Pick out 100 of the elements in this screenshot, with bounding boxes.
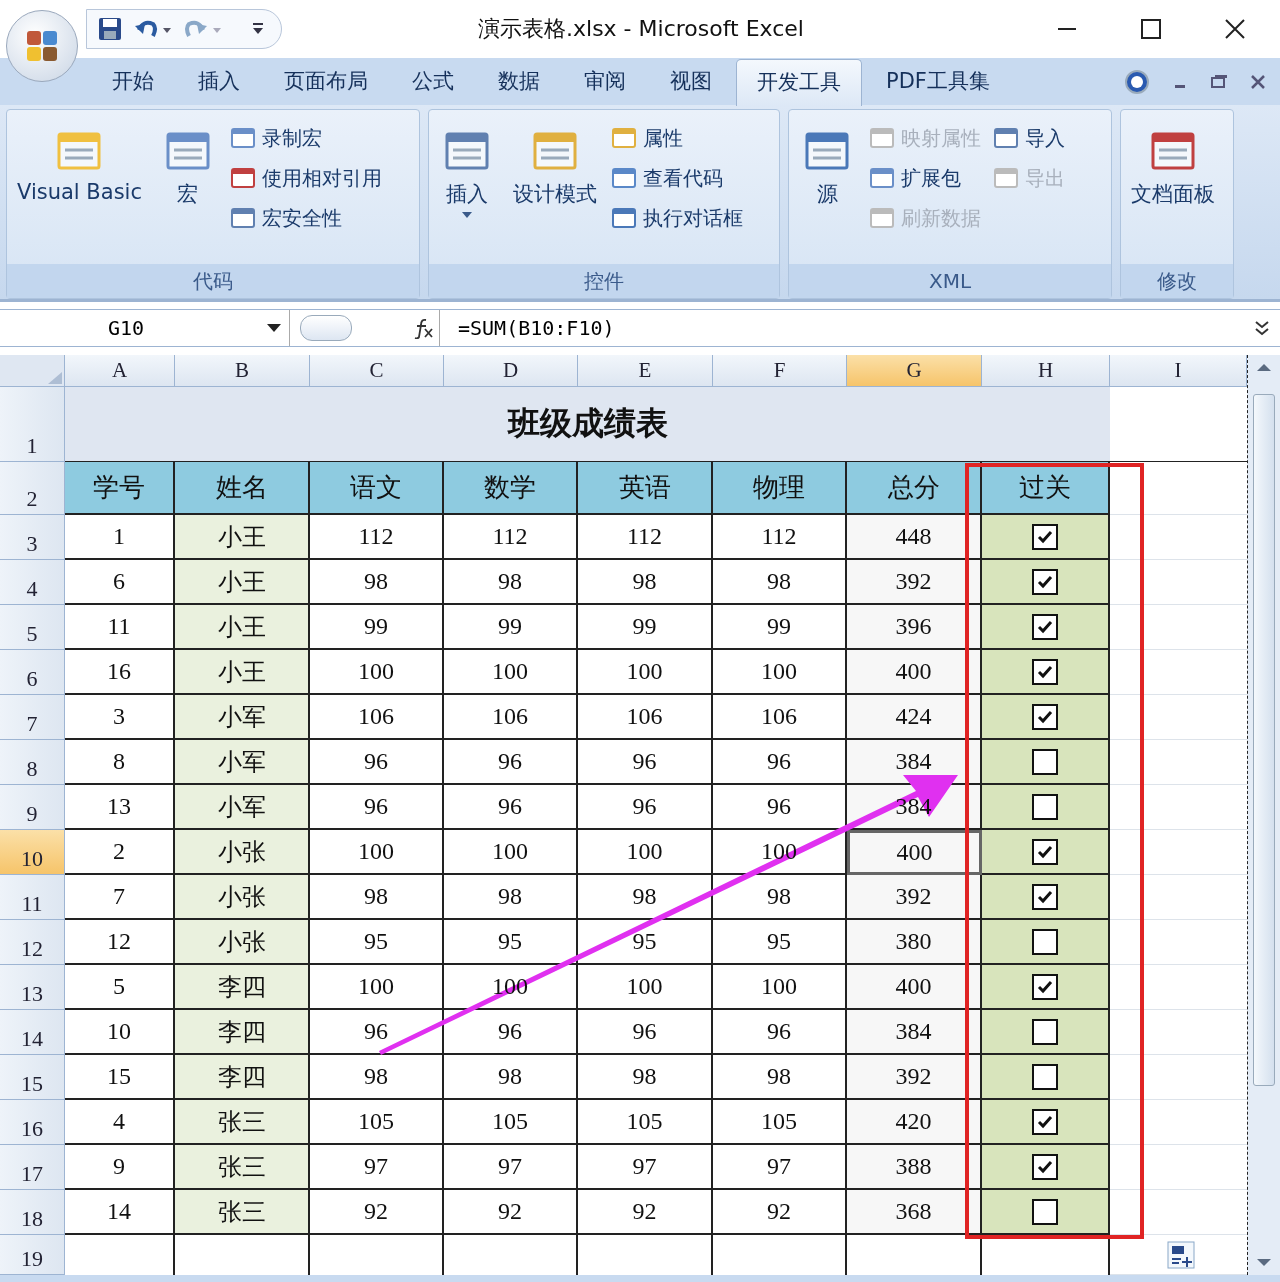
row-header[interactable]: 14	[0, 1010, 65, 1055]
table-cell: 392	[895, 883, 932, 910]
checkbox[interactable]	[1032, 703, 1058, 730]
checkbox[interactable]	[1032, 1018, 1058, 1045]
ribbon-button[interactable]: 录制宏	[229, 118, 382, 158]
slider-handle[interactable]	[300, 315, 352, 341]
row-header[interactable]: 9	[0, 785, 65, 830]
checkbox[interactable]	[1032, 568, 1058, 595]
column-header[interactable]: H	[982, 355, 1110, 387]
function-icon[interactable]	[412, 317, 434, 339]
column-header[interactable]: A	[65, 355, 175, 387]
checkbox[interactable]	[1032, 1108, 1058, 1135]
table-cell: 96	[498, 793, 522, 820]
ribbon-button[interactable]: 导入	[993, 118, 1065, 158]
checkbox[interactable]	[1032, 748, 1058, 775]
row-header[interactable]: 6	[0, 650, 65, 695]
row-header[interactable]: 5	[0, 605, 65, 650]
checkbox[interactable]	[1032, 928, 1058, 955]
ribbon-tab[interactable]: 公式	[392, 67, 474, 105]
name-box[interactable]: G10	[0, 310, 290, 346]
row-header[interactable]: 17	[0, 1145, 65, 1190]
scroll-thumb[interactable]	[1253, 394, 1275, 1086]
ribbon-tab[interactable]: 插入	[178, 67, 260, 105]
vertical-scrollbar[interactable]	[1247, 355, 1280, 1275]
row-header[interactable]: 4	[0, 560, 65, 605]
checkbox[interactable]	[1032, 883, 1058, 910]
maximize-icon[interactable]	[1140, 18, 1162, 40]
table-cell: 392	[895, 568, 932, 595]
checkbox[interactable]	[1032, 1063, 1058, 1090]
ribbon-tab[interactable]: 页面布局	[264, 67, 388, 105]
row-header[interactable]: 13	[0, 965, 65, 1010]
ribbon-tab[interactable]: 开始	[92, 67, 174, 105]
ribbon-tab[interactable]: PDF工具集	[866, 67, 1010, 105]
ribbon-button[interactable]: 属性	[611, 118, 743, 158]
ribbon-tab[interactable]: 数据	[478, 67, 560, 105]
row-header[interactable]: 16	[0, 1100, 65, 1145]
row-header[interactable]: 2	[0, 462, 65, 515]
close-icon[interactable]	[1224, 18, 1246, 40]
column-header[interactable]: B	[175, 355, 310, 387]
checkmark-icon	[1037, 709, 1053, 724]
column-header[interactable]: D	[444, 355, 578, 387]
column-header[interactable]: E	[578, 355, 713, 387]
row-header[interactable]: 7	[0, 695, 65, 740]
ribbon-icon	[869, 166, 895, 190]
row-header[interactable]: 10	[0, 830, 65, 875]
row-header[interactable]: 12	[0, 920, 65, 965]
row-header[interactable]: 11	[0, 875, 65, 920]
ribbon-icon	[611, 126, 637, 150]
row-header[interactable]: 3	[0, 515, 65, 560]
checkbox[interactable]	[1032, 1198, 1058, 1225]
table-cell: 92	[767, 1198, 791, 1225]
ribbon-button[interactable]: 插入	[435, 116, 499, 264]
table-cell: 105	[358, 1108, 394, 1135]
checkbox[interactable]	[1032, 523, 1058, 550]
checkbox[interactable]	[1032, 613, 1058, 640]
row-header[interactable]: 19	[0, 1235, 65, 1275]
table-cell: 420	[895, 1108, 932, 1135]
checkbox[interactable]	[1032, 793, 1058, 820]
ribbon-tab[interactable]: 视图	[650, 67, 732, 105]
checkbox[interactable]	[1032, 1153, 1058, 1180]
ribbon-button[interactable]: 扩展包	[869, 158, 981, 198]
ribbon-tab[interactable]: 审阅	[564, 67, 646, 105]
restore-icon[interactable]	[1210, 74, 1228, 90]
row-header[interactable]: 15	[0, 1055, 65, 1100]
column-header[interactable]: F	[713, 355, 847, 387]
table-cell: 400	[896, 839, 933, 866]
ribbon-tab[interactable]: 开发工具	[736, 59, 862, 106]
paste-options-icon[interactable]	[1166, 1240, 1195, 1269]
column-header[interactable]: I	[1110, 355, 1247, 387]
table-cell: 100	[761, 973, 797, 1000]
ribbon-button[interactable]: Visual Basic	[13, 116, 146, 264]
save-icon[interactable]	[97, 16, 123, 42]
ribbon-button[interactable]: 宏	[155, 116, 220, 264]
table-cell: 97	[498, 1153, 522, 1180]
column-header[interactable]: G	[847, 355, 982, 387]
ribbon-button[interactable]: 设计模式	[509, 116, 601, 264]
formula-field[interactable]: =SUM(B10:F10)	[440, 310, 1252, 346]
ribbon-button[interactable]: 源	[795, 116, 859, 264]
table-cell: 9	[113, 1153, 125, 1180]
header-cell: 物理	[713, 462, 847, 515]
row-header[interactable]: 18	[0, 1190, 65, 1235]
ribbon-button[interactable]: 执行对话框	[611, 198, 743, 238]
ribbon-button[interactable]: 查看代码	[611, 158, 743, 198]
ribbon-button[interactable]: 文档面板	[1127, 116, 1219, 264]
column-header[interactable]: C	[310, 355, 444, 387]
help-icon[interactable]	[1124, 69, 1150, 95]
ribbon-button[interactable]: 宏安全性	[229, 198, 382, 238]
ribbon-button[interactable]: 使用相对引用	[229, 158, 382, 198]
row-header[interactable]: 8	[0, 740, 65, 785]
checkmark-icon	[1037, 889, 1053, 904]
table-cell: 380	[895, 928, 932, 955]
table-cell: 92	[498, 1198, 522, 1225]
checkbox[interactable]	[1032, 838, 1058, 865]
scroll-down-icon[interactable]	[1255, 1257, 1273, 1269]
checkbox[interactable]	[1032, 658, 1058, 685]
checkbox[interactable]	[1032, 973, 1058, 1000]
table-cell: 95	[364, 928, 388, 955]
row-header[interactable]: 1	[0, 387, 65, 462]
scroll-up-icon[interactable]	[1255, 361, 1273, 373]
table-cell-text: 小张	[217, 926, 266, 958]
